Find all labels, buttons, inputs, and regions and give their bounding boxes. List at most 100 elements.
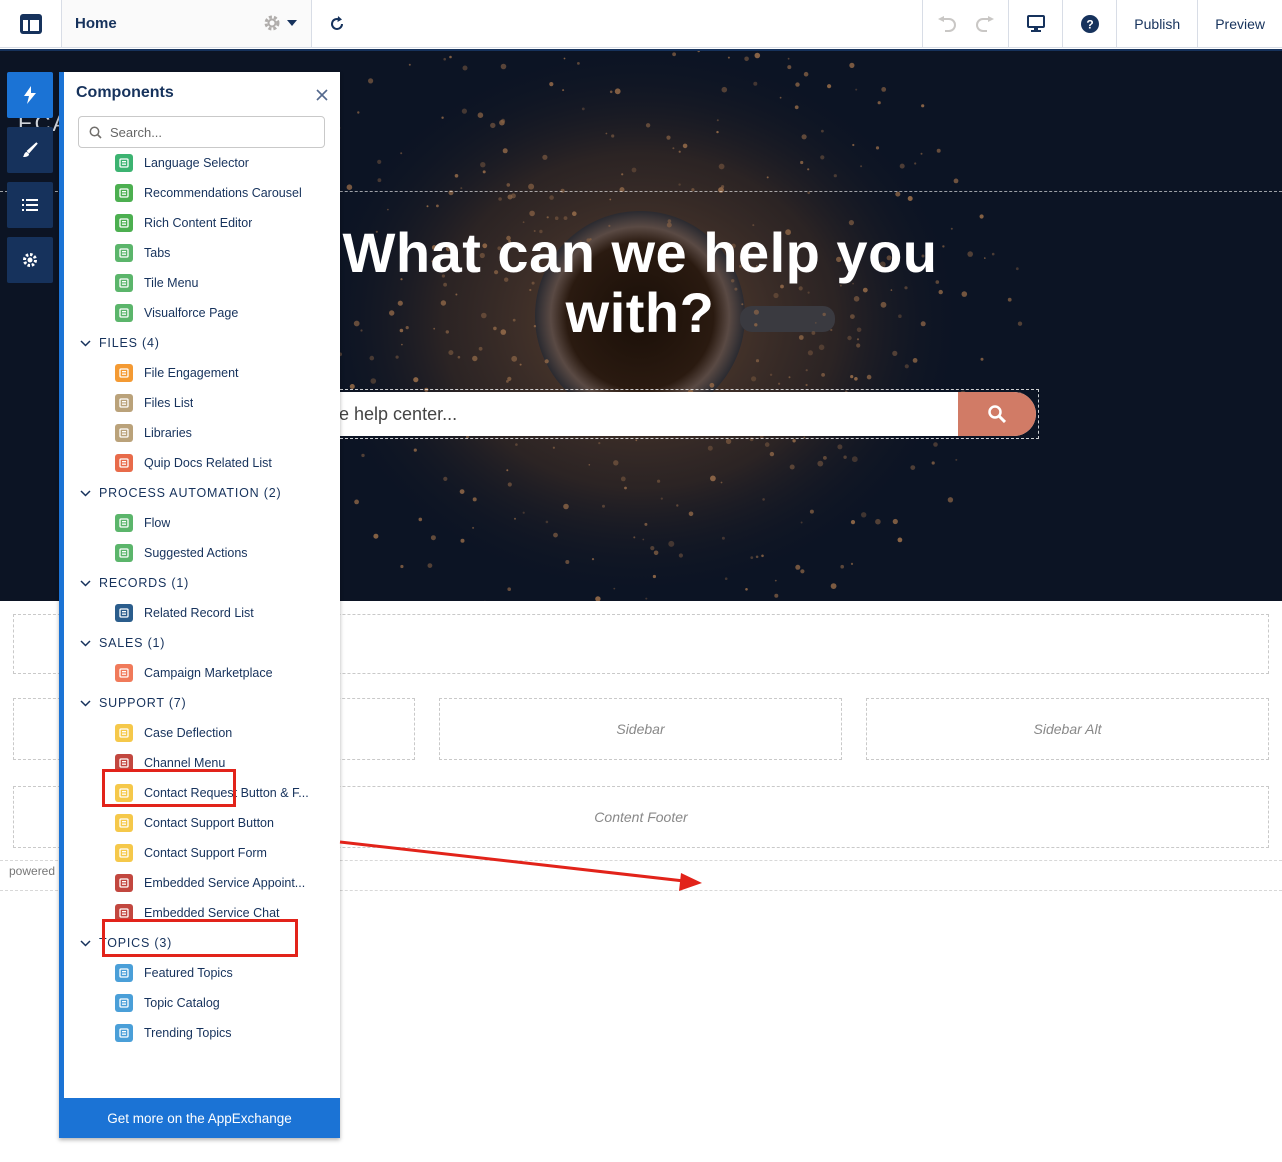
component-item[interactable]: Files List xyxy=(64,388,340,418)
device-preview-button[interactable] xyxy=(1008,0,1062,47)
category-label: RECORDS (1) xyxy=(99,576,190,590)
component-item-label: Case Deflection xyxy=(144,726,233,740)
appexchange-link[interactable]: Get more on the AppExchange xyxy=(59,1098,340,1138)
sidebar-alt-region[interactable]: Sidebar Alt xyxy=(866,698,1269,760)
component-item[interactable]: Quip Docs Related List xyxy=(64,448,340,478)
component-item-label: Visualforce Page xyxy=(144,306,239,320)
close-panel-button[interactable] xyxy=(316,88,328,106)
component-item[interactable]: Libraries xyxy=(64,418,340,448)
hero-search-input[interactable]: e help center... xyxy=(333,404,958,425)
component-list: Language Selector Recommendations Carouse… xyxy=(64,148,340,1048)
theme-tab-button[interactable] xyxy=(7,127,53,173)
component-item-label: Flow xyxy=(144,516,171,530)
chevron-down-icon xyxy=(287,20,297,26)
related-record-icon xyxy=(115,604,133,622)
component-item[interactable]: Tabs xyxy=(64,238,340,268)
component-category-header[interactable]: RECORDS (1) xyxy=(64,568,340,598)
components-tab-button[interactable] xyxy=(7,72,53,118)
flow-icon xyxy=(115,514,133,532)
desktop-icon xyxy=(1026,15,1045,32)
component-item-label: Recommendations Carousel xyxy=(144,186,302,200)
featured-topics-icon xyxy=(115,964,133,982)
settings-tab-button[interactable] xyxy=(7,237,53,283)
component-item[interactable]: Language Selector xyxy=(64,148,340,178)
refresh-button[interactable] xyxy=(312,0,362,47)
category-label: FILES (4) xyxy=(99,336,160,350)
component-item[interactable]: Embedded Service Appoint... xyxy=(64,868,340,898)
settings-icon xyxy=(23,253,37,267)
tabs-icon xyxy=(115,244,133,262)
component-item-label: Contact Support Button xyxy=(144,816,274,830)
component-item[interactable]: Trending Topics xyxy=(64,1018,340,1048)
component-category-header[interactable]: FILES (4) xyxy=(64,328,340,358)
powered-by-text: powered xyxy=(9,864,56,878)
layout-icon xyxy=(19,13,42,34)
component-item-label: Files List xyxy=(144,396,194,410)
page-structure-tab-button[interactable] xyxy=(7,182,53,228)
chevron-down-icon xyxy=(80,489,91,497)
component-item[interactable]: Contact Support Button xyxy=(64,808,340,838)
visualforce-icon xyxy=(115,304,133,322)
chevron-down-icon xyxy=(80,639,91,647)
svg-text:?: ? xyxy=(1086,17,1093,31)
component-item[interactable]: Tile Menu xyxy=(64,268,340,298)
component-item[interactable]: Related Record List xyxy=(64,598,340,628)
topic-catalog-icon xyxy=(115,994,133,1012)
component-item[interactable]: Contact Support Form xyxy=(64,838,340,868)
sidebar-region-label: Sidebar xyxy=(616,721,665,737)
page-selector[interactable]: Home xyxy=(62,0,312,47)
component-search-input[interactable]: Search... xyxy=(110,125,162,140)
help-icon: ? xyxy=(1080,14,1099,33)
component-item-label: Language Selector xyxy=(144,156,249,170)
highlight-channel-menu xyxy=(102,769,236,807)
component-item-label: Quip Docs Related List xyxy=(144,456,272,470)
chevron-down-icon xyxy=(80,699,91,707)
component-search-field[interactable]: Search... xyxy=(78,116,325,148)
contact-support-form-icon xyxy=(115,844,133,862)
app-menu-button[interactable] xyxy=(0,0,62,47)
trending-topics-icon xyxy=(115,1024,133,1042)
component-item[interactable]: Visualforce Page xyxy=(64,298,340,328)
hero-heading: What can we help you with? xyxy=(342,221,938,344)
component-item[interactable]: Case Deflection xyxy=(64,718,340,748)
component-category-header[interactable]: SALES (1) xyxy=(64,628,340,658)
component-item-label: Campaign Marketplace xyxy=(144,666,273,680)
component-item-label: Tile Menu xyxy=(144,276,199,290)
category-label: SALES (1) xyxy=(99,636,166,650)
undo-icon[interactable] xyxy=(937,15,957,32)
suggested-actions-icon xyxy=(115,544,133,562)
tile-menu-icon xyxy=(115,274,133,292)
component-item[interactable]: Rich Content Editor xyxy=(64,208,340,238)
page-settings-button[interactable] xyxy=(263,14,297,32)
lightning-icon xyxy=(24,86,36,104)
component-category-header[interactable]: PROCESS AUTOMATION (2) xyxy=(64,478,340,508)
component-item-label: Trending Topics xyxy=(144,1026,232,1040)
component-item[interactable]: Campaign Marketplace xyxy=(64,658,340,688)
component-item[interactable]: File Engagement xyxy=(64,358,340,388)
hero-search-button[interactable] xyxy=(958,392,1036,436)
gear-icon xyxy=(264,15,280,31)
publish-button[interactable]: Publish xyxy=(1116,0,1197,47)
component-item-label: Related Record List xyxy=(144,606,254,620)
component-item[interactable]: Suggested Actions xyxy=(64,538,340,568)
sidebar-alt-region-label: Sidebar Alt xyxy=(1033,721,1102,737)
component-category-header[interactable]: SUPPORT (7) xyxy=(64,688,340,718)
component-item[interactable]: Topic Catalog xyxy=(64,988,340,1018)
close-icon xyxy=(316,89,328,101)
component-item-label: File Engagement xyxy=(144,366,239,380)
libraries-icon xyxy=(115,424,133,442)
chevron-down-icon xyxy=(80,939,91,947)
component-item-label: Tabs xyxy=(144,246,171,260)
component-item-label: Embedded Service Appoint... xyxy=(144,876,306,890)
help-button[interactable]: ? xyxy=(1062,0,1116,47)
component-item-label: Suggested Actions xyxy=(144,546,248,560)
preview-button[interactable]: Preview xyxy=(1197,0,1282,47)
component-item[interactable]: Featured Topics xyxy=(64,958,340,988)
builder-sidebar xyxy=(7,72,53,292)
sidebar-region[interactable]: Sidebar xyxy=(439,698,842,760)
component-item[interactable]: Flow xyxy=(64,508,340,538)
hero-search-box[interactable]: e help center... xyxy=(333,392,1036,436)
redo-icon[interactable] xyxy=(975,15,995,32)
component-item[interactable]: Recommendations Carousel xyxy=(64,178,340,208)
search-component[interactable]: e help center... xyxy=(330,389,1039,439)
